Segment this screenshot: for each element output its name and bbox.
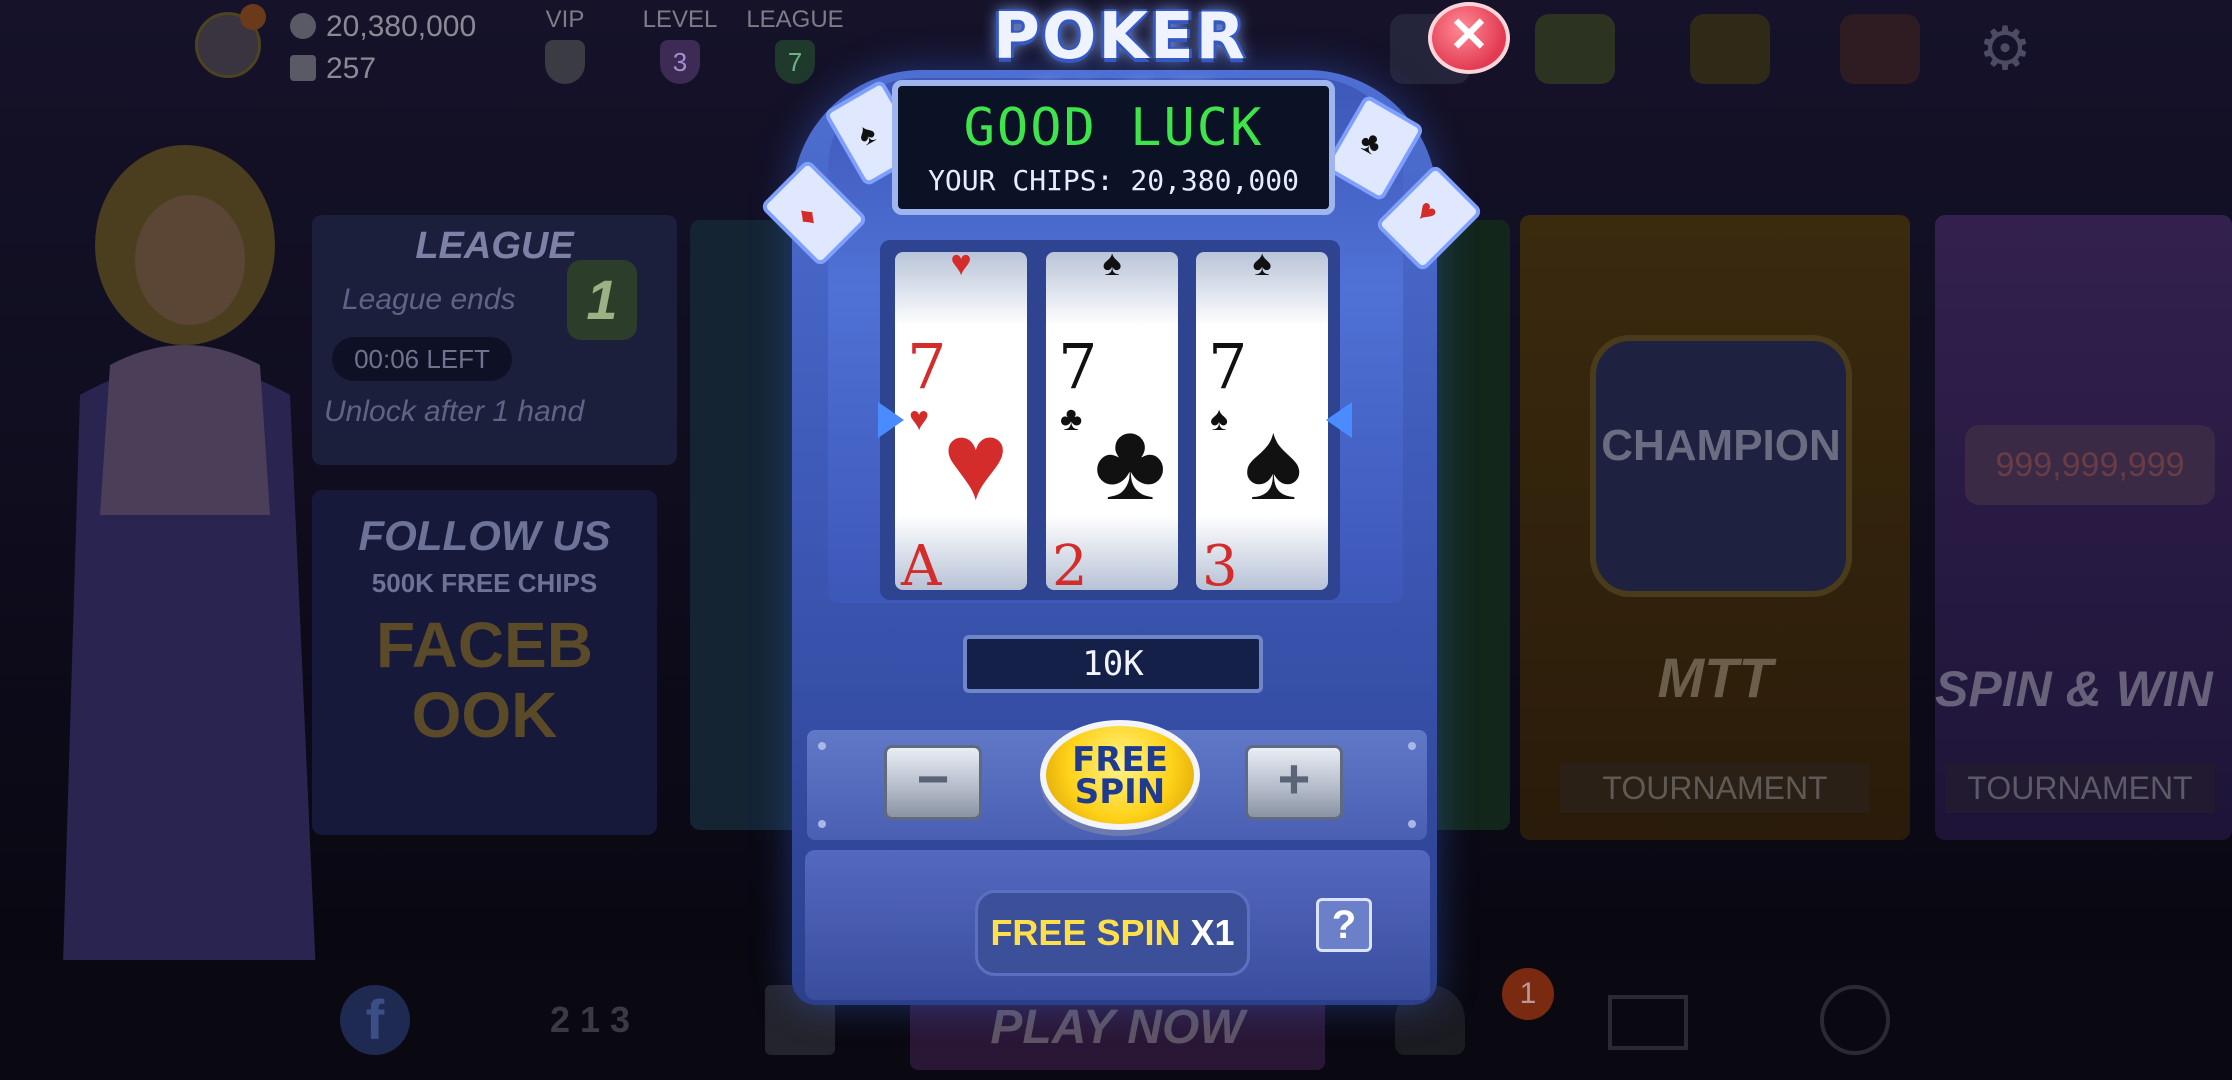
friends-notification-badge: 1 xyxy=(1502,968,1554,1020)
follow-us-subtitle: 500K FREE CHIPS xyxy=(371,568,598,598)
league-label: LEAGUE xyxy=(746,6,844,33)
spin-and-win-subtitle: TOURNAMENT xyxy=(1945,763,2215,813)
reel-top-symbol: ♠ xyxy=(1102,252,1122,283)
close-button[interactable]: ✕ xyxy=(1428,2,1510,74)
ticket-balance: 257 xyxy=(290,52,376,86)
rivet xyxy=(1408,742,1416,750)
reel-big-suit-icon: ♠ xyxy=(1244,400,1303,523)
vip-label: VIP xyxy=(545,6,585,33)
spin-and-win-jackpot: 999,999,999 xyxy=(1965,425,2215,505)
bet-amount-display: 10K xyxy=(963,635,1263,693)
league-card-note: Unlock after 1 hand xyxy=(324,395,585,428)
free-spin-button-label: FREE SPIN xyxy=(1072,740,1168,812)
decrease-bet-button[interactable]: − xyxy=(884,745,982,820)
league-card[interactable]: LEAGUE League ends 1 00:06 LEFT Unlock a… xyxy=(312,215,677,465)
free-spin-counter: FREE SPIN X1 xyxy=(975,890,1250,976)
slot-display-screen: GOOD LUCK YOUR CHIPS: 20,380,000 xyxy=(892,80,1335,215)
champion-emblem-icon: CHAMPION xyxy=(1590,335,1852,597)
mtt-title: MTT xyxy=(1657,646,1773,709)
reel-bottom-rank: 2 xyxy=(1052,534,1088,590)
reel-small-suit-icon: ♥ xyxy=(909,400,930,438)
reel-big-suit-icon: ♥ xyxy=(943,400,1009,523)
notification-dot xyxy=(240,4,266,30)
mtt-card[interactable]: CHAMPION MTT TOURNAMENT xyxy=(1520,215,1910,840)
facebook-brand-text: FACEBOOK xyxy=(376,609,593,751)
league-timer: 00:06 LEFT xyxy=(332,337,512,381)
free-gift-icon[interactable] xyxy=(1535,14,1615,84)
increase-bet-button[interactable]: + xyxy=(1245,745,1343,820)
league-badge[interactable]: LEAGUE 7 xyxy=(740,6,850,84)
reel-small-suit-icon: ♠ xyxy=(1210,400,1229,438)
left-payline-arrow-icon xyxy=(878,402,904,438)
free-spin-button[interactable]: FREE SPIN xyxy=(1040,720,1200,830)
league-value: 7 xyxy=(775,40,815,84)
reel-rank: 7 xyxy=(1058,330,1098,403)
reel-rank: 7 xyxy=(1208,330,1248,403)
hostess-illustration xyxy=(20,135,350,1065)
reel-top-symbol: ♥ xyxy=(950,252,972,283)
reel-1: ♥ 7 ♥ ♥ A xyxy=(895,252,1027,590)
reel-rank: 7 xyxy=(907,330,947,403)
gear-icon[interactable]: ⚙ xyxy=(1970,14,2040,84)
mail-icon[interactable] xyxy=(1608,995,1688,1050)
level-value: 3 xyxy=(660,40,700,84)
follow-us-title: FOLLOW US xyxy=(358,512,611,559)
daily-bonus-icon[interactable] xyxy=(1690,14,1770,84)
ticket-icon xyxy=(290,55,316,81)
vip-badge[interactable]: VIP xyxy=(510,6,620,84)
leaderboard-icon[interactable]: 2 1 3 xyxy=(545,985,635,1055)
reel-top-symbol: ♠ xyxy=(1252,252,1272,283)
right-payline-arrow-icon xyxy=(1326,402,1352,438)
mtt-subtitle: TOURNAMENT xyxy=(1560,763,1870,813)
spin-and-win-card[interactable]: 999,999,999 SPIN & WIN TOURNAMENT xyxy=(1935,215,2232,840)
spin-and-win-title: SPIN & WIN xyxy=(1935,661,2213,717)
chip-balance: 20,380,000 xyxy=(290,10,476,44)
chip-balance-value: 20,380,000 xyxy=(326,10,477,43)
rivet xyxy=(818,820,826,828)
reel-bottom-rank: A xyxy=(901,534,942,590)
reel-3: ♠ 7 ♠ ♠ 3 xyxy=(1196,252,1328,590)
poker-chip-icon[interactable] xyxy=(1820,985,1890,1055)
level-badge[interactable]: LEVEL 3 xyxy=(625,6,735,84)
follow-us-card[interactable]: FOLLOW US 500K FREE CHIPS FACEBOOK xyxy=(312,490,657,835)
slot-chips-line: YOUR CHIPS: 20,380,000 xyxy=(928,164,1299,197)
free-spin-counter-label: FREE SPIN xyxy=(990,912,1181,953)
rivet xyxy=(818,742,826,750)
help-button[interactable]: ? xyxy=(1316,898,1372,952)
slot-message: GOOD LUCK xyxy=(963,98,1264,158)
level-label: LEVEL xyxy=(642,6,718,33)
league-card-badge: 1 xyxy=(567,260,637,340)
rivet xyxy=(1408,820,1416,828)
champion-emblem-text: CHAMPION xyxy=(1601,421,1841,470)
chip-icon xyxy=(290,13,316,39)
reel-small-suit-icon: ♣ xyxy=(1060,400,1083,438)
ticket-balance-value: 257 xyxy=(326,52,377,85)
reel-bottom-rank: 3 xyxy=(1202,534,1238,590)
free-offer-icon[interactable] xyxy=(1840,14,1920,84)
facebook-icon[interactable]: f xyxy=(340,985,410,1055)
reel-2: ♠ 7 ♣ ♣ 2 xyxy=(1046,252,1178,590)
vip-shield-icon xyxy=(545,40,585,84)
free-spin-counter-value: X1 xyxy=(1190,912,1235,953)
reel-big-suit-icon: ♣ xyxy=(1094,400,1167,523)
